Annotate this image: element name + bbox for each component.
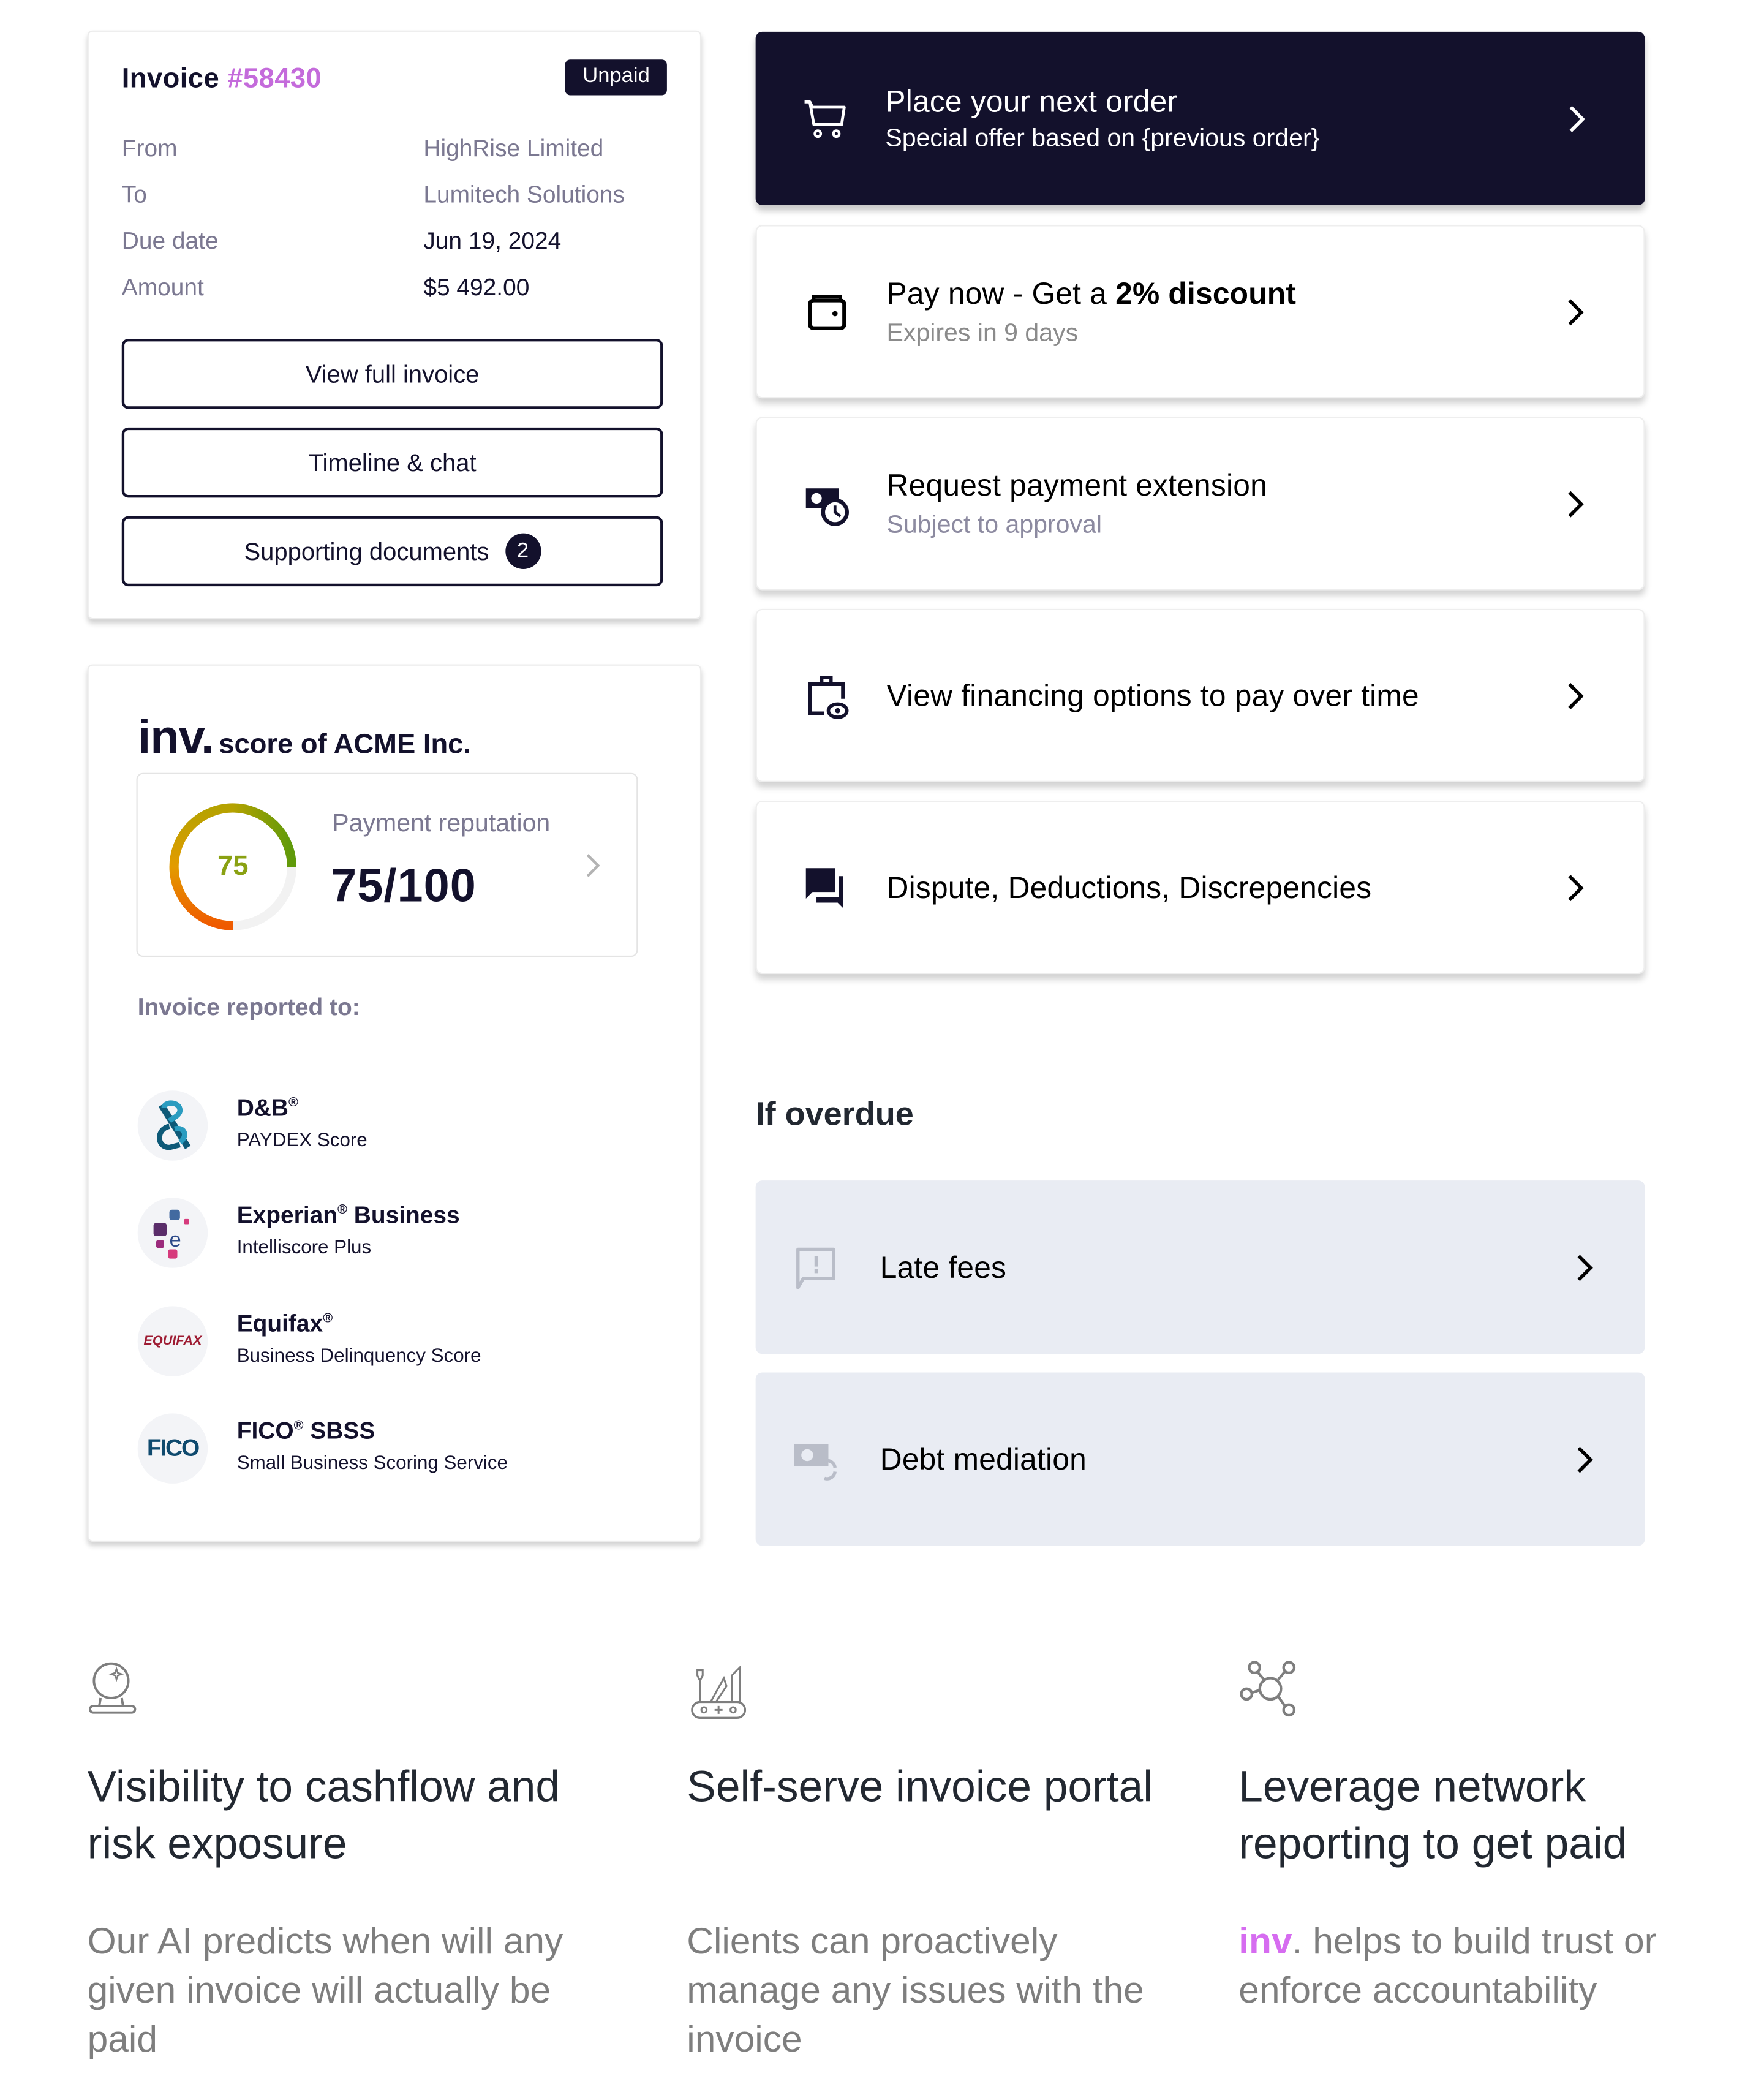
- action-title: Pay now - Get a 2% discount: [886, 275, 1297, 310]
- feature-body: Our AI predicts when will any given invo…: [87, 1920, 564, 2059]
- briefcase-eye-icon: [808, 675, 849, 719]
- action-subtitle: Subject to approval: [886, 510, 1102, 539]
- feature-visibility: Visibility to cashflow and risk exposure…: [88, 1657, 590, 2059]
- feature-heading: Visibility to cashflow and risk exposure: [87, 1761, 560, 1868]
- payment-reputation-label: Payment reputation: [332, 810, 551, 838]
- timeline-chat-button[interactable]: Timeline & chat: [121, 427, 663, 498]
- to-label: To: [121, 181, 147, 208]
- feature-heading: Self-serve invoice portal: [687, 1761, 1153, 1811]
- equifax-logo-icon: EQUIFAX: [137, 1306, 208, 1376]
- chevron-right-icon: [1569, 105, 1585, 132]
- if-overdue-heading: If overdue: [755, 1095, 914, 1133]
- bureau-name: D&B®: [236, 1094, 298, 1121]
- bureau-name: Equifax®: [236, 1310, 333, 1337]
- feature-heading: Leverage network reporting to get paid: [1238, 1761, 1627, 1868]
- feature-self-serve: Self-serve invoice portal Clients can pr…: [687, 1657, 1189, 2059]
- late-fees-card[interactable]: Late fees: [755, 1180, 1645, 1354]
- invoice-number: #58430: [227, 63, 322, 94]
- payment-reputation-card[interactable]: 75 Payment reputation 75/100: [136, 772, 638, 957]
- chevron-right-icon: [1568, 490, 1584, 517]
- invoice-title: Invoice #58430: [122, 64, 322, 96]
- alert-comment-icon: [796, 1247, 835, 1289]
- chevron-right-icon: [1568, 682, 1584, 709]
- status-badge: Unpaid: [565, 59, 667, 96]
- action-title: Request payment extension: [886, 467, 1267, 502]
- action-title: Debt mediation: [880, 1441, 1087, 1476]
- action-title: Place your next order: [885, 83, 1178, 118]
- score-heading-text: score of ACME Inc.: [219, 729, 472, 760]
- reported-to-label: Invoice reported to:: [137, 994, 360, 1021]
- action-title: View financing options to pay over time: [886, 678, 1419, 712]
- timeline-chat-label: Timeline & chat: [308, 448, 477, 476]
- chevron-right-icon: [1577, 1254, 1593, 1281]
- bureau-name: FICO® SBSS: [236, 1417, 375, 1444]
- action-title: Late fees: [880, 1249, 1007, 1284]
- view-full-invoice-button[interactable]: View full invoice: [121, 339, 663, 409]
- request-extension-card[interactable]: Request payment extension Subject to app…: [755, 417, 1645, 591]
- chevron-right-icon: [1568, 298, 1584, 325]
- debt-mediation-card[interactable]: Debt mediation: [755, 1372, 1645, 1546]
- supporting-documents-label: Supporting documents: [244, 537, 489, 565]
- bureau-name: Experian® Business: [236, 1201, 460, 1228]
- crystal-ball-icon: [88, 1662, 137, 1714]
- score-card: inv. score of ACME Inc. 75 Payment reput…: [87, 664, 702, 1542]
- supporting-documents-button[interactable]: Supporting documents 2: [121, 516, 663, 587]
- dnb-logo-icon: [137, 1090, 208, 1161]
- feature-network: Leverage network reporting to get paid i…: [1238, 1657, 1755, 2010]
- invoice-title-prefix: Invoice: [121, 63, 220, 94]
- due-date-value: Jun 19, 2024: [423, 227, 562, 254]
- bureau-item-fico: FICO FICO® SBSS Small Business Scoring S…: [137, 1413, 667, 1485]
- to-value: Lumitech Solutions: [423, 181, 625, 208]
- action-title: Dispute, Deductions, Discrepencies: [886, 869, 1372, 904]
- from-value: HighRise Limited: [423, 135, 604, 162]
- bureau-subtitle: PAYDEX Score: [236, 1130, 368, 1152]
- feature-body: inv. helps to build trust or enforce acc…: [1238, 1920, 1657, 2010]
- action-subtitle: Expires in 9 days: [886, 319, 1079, 347]
- bureau-subtitle: Intelliscore Plus: [236, 1237, 372, 1259]
- inv-brand-text: inv: [1238, 1920, 1292, 1961]
- chevron-right-icon: [585, 851, 601, 888]
- chevron-right-icon: [1568, 874, 1584, 901]
- bureau-subtitle: Business Delinquency Score: [236, 1346, 481, 1367]
- invoice-card: Invoice #58430 Unpaid From HighRise Limi…: [87, 30, 702, 620]
- documents-count-badge: 2: [505, 533, 541, 570]
- chevron-right-icon: [1577, 1446, 1593, 1473]
- payment-reputation-value: 75/100: [331, 860, 477, 912]
- bureau-item-experian: e Experian® Business Intelliscore Plus: [137, 1198, 667, 1269]
- money-clock-icon: [805, 488, 849, 526]
- svg-text:e: e: [168, 1228, 180, 1251]
- feature-body: Clients can proactively manage any issue…: [687, 1920, 1144, 2059]
- score-heading: inv. score of ACME Inc.: [138, 709, 471, 765]
- fico-logo-icon: FICO: [137, 1413, 208, 1484]
- amount-label: Amount: [121, 274, 204, 301]
- view-full-invoice-label: View full invoice: [305, 359, 480, 387]
- bureau-subtitle: Small Business Scoring Service: [236, 1453, 508, 1474]
- page: Invoice #58430 Unpaid From HighRise Limi…: [0, 0, 1764, 2095]
- bureau-item-equifax: EQUIFAX Equifax® Business Delinquency Sc…: [137, 1306, 667, 1378]
- cart-icon: [804, 99, 846, 138]
- due-date-label: Due date: [121, 227, 219, 254]
- network-icon: [1240, 1661, 1296, 1717]
- gauge-value: 75: [217, 851, 249, 881]
- swiss-knife-icon: [691, 1665, 747, 1719]
- wallet-icon: [807, 294, 846, 330]
- chat-bubbles-icon: [805, 867, 843, 908]
- dispute-card[interactable]: Dispute, Deductions, Discrepencies: [755, 801, 1645, 975]
- bureau-item-dnb: D&B® PAYDEX Score: [137, 1090, 667, 1162]
- place-next-order-card[interactable]: Place your next order Special offer base…: [755, 31, 1645, 205]
- action-subtitle: Special offer based on {previous order}: [885, 124, 1320, 153]
- amount-value: $5 492.00: [423, 274, 530, 301]
- inv-logo: inv.: [137, 709, 214, 764]
- experian-logo-icon: e: [137, 1198, 208, 1268]
- financing-options-card[interactable]: View financing options to pay over time: [755, 608, 1645, 782]
- money-sync-icon: [794, 1443, 837, 1480]
- from-label: From: [121, 135, 178, 162]
- pay-now-card[interactable]: Pay now - Get a 2% discount Expires in 9…: [755, 225, 1645, 399]
